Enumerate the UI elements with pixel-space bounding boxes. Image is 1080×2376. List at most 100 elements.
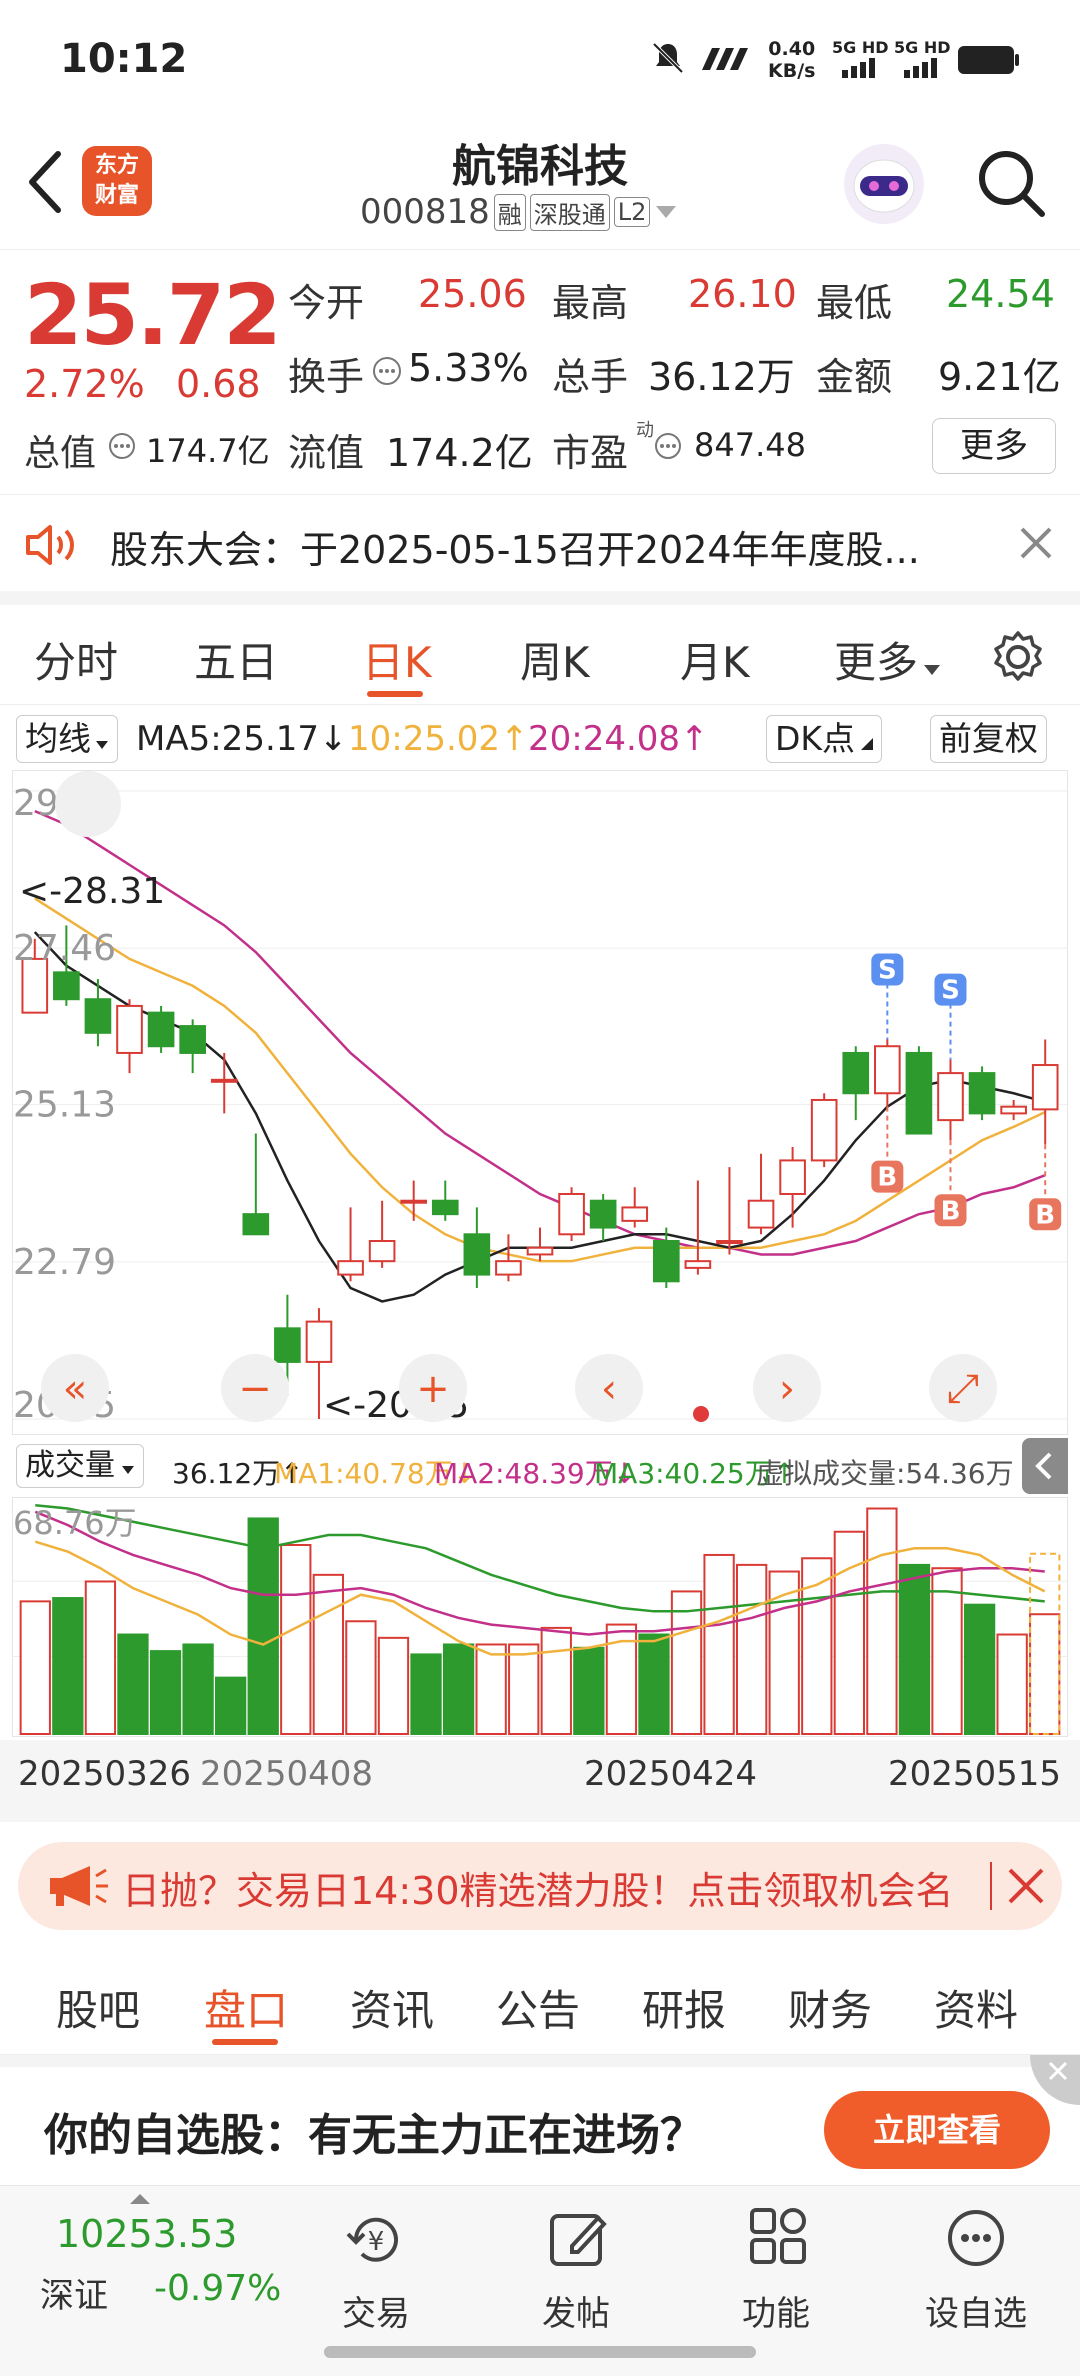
buy-signal-label: B	[877, 1163, 897, 1193]
tab-forum[interactable]: 股吧	[56, 1977, 140, 2038]
promo-card[interactable]: 你的自选股：有无主力正在进场？ 立即查看	[0, 2055, 1080, 2185]
robot-assistant-icon[interactable]	[842, 142, 926, 226]
volume-bar	[540, 1626, 572, 1735]
volume-text: 36.12万	[172, 1457, 281, 1490]
down-arrow-icon: ↓	[319, 719, 348, 759]
ma5-text: MA5:25.17	[136, 719, 320, 759]
close-icon[interactable]	[1006, 1866, 1046, 1906]
notice-text: 股东大会：于2025-05-15召开2024年年度股...	[110, 528, 920, 572]
candle	[210, 1078, 238, 1083]
nav-post[interactable]: 发帖	[506, 2186, 646, 2356]
candle	[589, 1199, 617, 1229]
quote-panel: 25.72 2.72% 0.68 今开 25.06 最高 26.10 最低 24…	[0, 250, 1080, 495]
volume-bar	[149, 1650, 182, 1735]
ma-legend: 均线 MA5:25.17↓ 10:25.02↑ 20:24.08↑ DK点 前复…	[0, 705, 1080, 775]
kline-chart[interactable]: SSBBB29.8027.4625.1322.7920.45<-28.31<-2…	[12, 770, 1068, 1435]
nav-add-watchlist[interactable]: 设自选	[906, 2186, 1046, 2356]
open-value: 25.06	[418, 272, 527, 316]
float-value: 174.2亿	[386, 431, 533, 475]
settings-gear-icon[interactable]	[990, 629, 1046, 685]
volume-bar	[377, 1636, 410, 1736]
candle	[747, 1199, 775, 1229]
high-label: 最高	[552, 281, 629, 325]
candle	[337, 1260, 364, 1276]
promo-close-button[interactable]	[1030, 2055, 1080, 2105]
stock-code: 000818	[360, 192, 490, 232]
max-price-annotation: <-28.31	[19, 871, 165, 912]
index-name: 深证	[40, 2276, 108, 2316]
tab-weekly-k[interactable]: 周K	[520, 629, 590, 690]
tab-intraday[interactable]: 分时	[34, 629, 118, 690]
date-label-2: 20250408	[200, 1754, 374, 1794]
bottom-bar: 10253.53 深证 -0.97% ¥ 交易 发帖 功能 设自选	[0, 2185, 1080, 2376]
ma-select[interactable]: 均线	[16, 715, 118, 763]
candle	[810, 1098, 838, 1162]
info-dots-icon[interactable]	[108, 432, 136, 460]
tab-monthly-k[interactable]: 月K	[680, 629, 750, 690]
buy-signal-label: B	[941, 1196, 961, 1226]
tab-profile[interactable]: 资料	[934, 1977, 1018, 2038]
volume-select[interactable]: 成交量	[16, 1444, 144, 1488]
candle	[652, 1240, 680, 1283]
detail-tabs: 股吧 盘口 资讯 公告 研报 财务 资料	[0, 1945, 1080, 2055]
volume-chart[interactable]: 68.76万	[12, 1497, 1068, 1737]
tab-news[interactable]: 资讯	[350, 1977, 434, 2038]
dropdown-triangle-icon[interactable]	[654, 204, 678, 220]
expand-caret-icon[interactable]	[130, 2194, 150, 2204]
ma-select-label: 均线	[25, 719, 91, 758]
virtual-volume: 虚拟成交量:54.36万	[756, 1457, 1014, 1490]
vol-ma1-text: MA1:40.78万	[274, 1457, 453, 1490]
candle	[526, 1246, 554, 1256]
ma10-text: 10:25.02	[348, 719, 501, 759]
low-label: 最低	[816, 281, 893, 325]
tab-five-day[interactable]: 五日	[194, 629, 278, 690]
zoom-out-icon: −	[238, 1366, 272, 1412]
nav-functions[interactable]: 功能	[706, 2186, 846, 2356]
close-icon[interactable]	[1018, 525, 1054, 561]
adjust-button[interactable]: 前复权	[930, 715, 1047, 763]
volume-bar	[963, 1603, 996, 1735]
net-speed: 0.40	[768, 38, 816, 60]
dropdown-triangle-icon	[122, 1466, 134, 1474]
candle	[716, 1240, 743, 1245]
info-dots-icon[interactable]	[372, 356, 402, 386]
zoom-in-icon: +	[416, 1366, 450, 1412]
search-icon[interactable]	[976, 148, 1048, 220]
volume-bar	[345, 1620, 377, 1735]
buy-signal-label: B	[1035, 1200, 1055, 1230]
status-bar: 10:12 0.40 KB/s 5G HD 5G HD	[0, 0, 1080, 120]
volume-svg: 68.76万	[13, 1503, 1067, 1736]
hd-icon	[702, 48, 748, 70]
current-page-dot	[693, 1406, 709, 1422]
tab-daily-k[interactable]: 日K	[362, 629, 432, 690]
volume-bar	[442, 1643, 475, 1735]
tab-more[interactable]: 更多	[834, 629, 942, 690]
svg-text:¥: ¥	[368, 2227, 385, 2257]
volume-bar	[736, 1563, 768, 1736]
volume-bar	[703, 1553, 735, 1735]
tab-order-book[interactable]: 盘口	[204, 1977, 288, 2038]
more-button[interactable]: 更多	[932, 418, 1056, 474]
dk-point-button[interactable]: DK点	[766, 715, 883, 763]
info-dots-icon[interactable]	[654, 432, 682, 460]
nav-trade[interactable]: ¥ 交易	[306, 2186, 446, 2356]
up-arrow-icon: ↑	[500, 719, 529, 759]
corner-triangle-icon	[861, 738, 874, 750]
volume-legend: 成交量 36.12万↑ MA1:40.78万↓ MA2:48.39万↓ MA3:…	[0, 1438, 1080, 1498]
net-unit: KB/s	[768, 60, 816, 82]
chevron-right-icon: ›	[779, 1366, 795, 1412]
tab-more-label: 更多	[834, 638, 919, 687]
tab-finance[interactable]: 财务	[788, 1977, 872, 2038]
notice-bar[interactable]: 股东大会：于2025-05-15召开2024年年度股...	[0, 495, 1080, 605]
tab-announcements[interactable]: 公告	[496, 1977, 580, 2038]
view-now-button[interactable]: 立即查看	[824, 2091, 1050, 2169]
candle	[874, 1045, 901, 1095]
amount-value: 9.21亿	[938, 355, 1061, 399]
collapse-panel-button[interactable]	[1022, 1438, 1068, 1494]
candle	[937, 1072, 964, 1122]
candle	[968, 1072, 996, 1115]
low-value: 24.54	[946, 272, 1055, 316]
tab-research[interactable]: 研报	[642, 1977, 726, 2038]
promo-banner[interactable]: 日抛？交易日14:30精选潜力股！点击领取机会名	[18, 1842, 1062, 1930]
volume-bar	[52, 1597, 84, 1736]
